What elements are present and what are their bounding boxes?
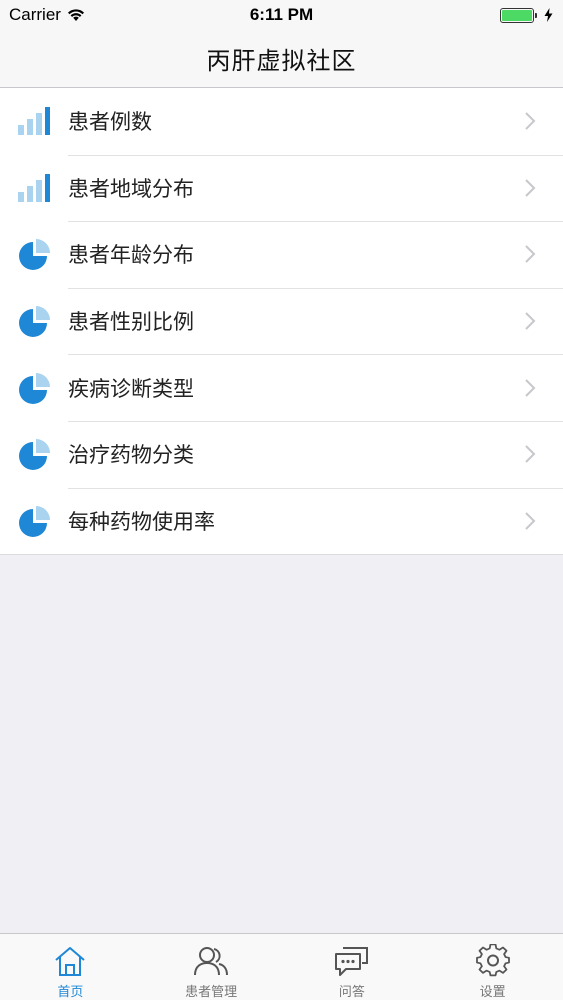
- tab-label: 患者管理: [185, 985, 238, 1000]
- tab-settings[interactable]: 设置: [422, 934, 563, 1000]
- carrier-label: Carrier: [9, 5, 61, 24]
- gear-icon: [475, 944, 511, 978]
- page-title: 丙肝虚拟社区: [206, 47, 357, 75]
- list-item-diagnosis-type[interactable]: 疾病诊断类型: [0, 354, 563, 421]
- chevron-right-icon: [515, 311, 545, 331]
- list-item-patient-count[interactable]: 患者例数: [0, 88, 563, 155]
- list-item-label: 患者年龄分布: [68, 243, 194, 268]
- list-item-drug-usage-rate[interactable]: 每种药物使用率: [0, 487, 563, 555]
- status-bar: Carrier 6:11 PM: [0, 0, 563, 30]
- list-item-label: 治疗药物分类: [68, 443, 194, 468]
- status-left: Carrier: [9, 5, 169, 25]
- tab-label: 设置: [479, 985, 506, 1000]
- users-icon: [193, 944, 229, 978]
- tab-bar: 首页 患者管理 问答 设置: [0, 933, 563, 1000]
- home-icon: [52, 944, 88, 978]
- chevron-right-icon: [515, 378, 545, 398]
- menu-list: 患者例数 患者地域分布 患者年龄分布 患者性别比例 疾病诊断类型 治疗药物分类 …: [0, 88, 563, 556]
- list-item-age-distribution[interactable]: 患者年龄分布: [0, 221, 563, 288]
- tab-label: 首页: [57, 985, 84, 1000]
- tab-home[interactable]: 首页: [0, 934, 141, 1000]
- chevron-right-icon: [515, 111, 545, 131]
- battery-icon: [500, 7, 537, 23]
- list-item-label: 患者例数: [68, 110, 152, 135]
- list-item-label: 疾病诊断类型: [68, 376, 194, 401]
- tab-label: 问答: [338, 985, 365, 1000]
- tab-qa[interactable]: 问答: [282, 934, 423, 1000]
- chevron-right-icon: [515, 178, 545, 198]
- status-right: [500, 7, 553, 23]
- chat-icon: [334, 944, 370, 978]
- chevron-right-icon: [515, 244, 545, 264]
- pie-chart-icon: [16, 303, 52, 339]
- chevron-right-icon: [515, 511, 545, 531]
- navigation-bar: 丙肝虚拟社区: [0, 30, 563, 88]
- bar-chart-icon: [16, 170, 52, 206]
- chevron-right-icon: [515, 444, 545, 464]
- tab-patient-management[interactable]: 患者管理: [141, 934, 282, 1000]
- pie-chart-icon: [16, 236, 52, 272]
- wifi-icon: [67, 9, 84, 21]
- pie-chart-icon: [16, 370, 52, 406]
- charging-bolt-icon: [544, 8, 553, 22]
- pie-chart-icon: [16, 503, 52, 539]
- list-item-label: 患者性别比例: [68, 310, 194, 335]
- list-item-drug-category[interactable]: 治疗药物分类: [0, 420, 563, 488]
- pie-chart-icon: [16, 436, 52, 472]
- list-item-label: 每种药物使用率: [68, 509, 215, 534]
- list-item-label: 患者地域分布: [68, 176, 194, 201]
- bar-chart-icon: [16, 103, 52, 139]
- list-item-region-distribution[interactable]: 患者地域分布: [0, 154, 563, 222]
- list-item-gender-ratio[interactable]: 患者性别比例: [0, 287, 563, 355]
